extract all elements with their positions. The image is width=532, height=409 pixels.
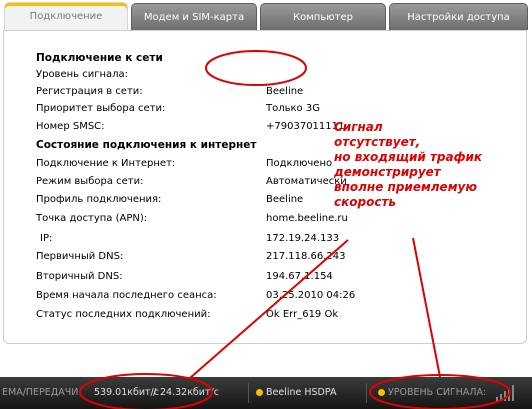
transfer-label: ЕМА/ПЕРЕДАЧИ: — [2, 387, 82, 398]
smsc-label: Номер SMSC: — [36, 121, 105, 132]
network-name: Beeline HSDPA — [266, 387, 337, 398]
apn-value: home.beeline.ru — [266, 213, 348, 224]
connection-status-label: Статус последних подключений: — [36, 309, 211, 320]
signal-status: УРОВЕНЬ СИГНАЛА: — [378, 387, 486, 398]
status-divider — [366, 383, 367, 403]
internet-section-title: Состояние подключения к интернет — [36, 139, 257, 151]
registration-value: Beeline — [266, 86, 304, 97]
internet-connection-label: Подключение к Интернет: — [36, 158, 176, 169]
ip-label: IP: — [40, 233, 53, 244]
tab-bar: Подключение Модем и SIM-карта Компьютер … — [0, 0, 532, 31]
signal-label: УРОВЕНЬ СИГНАЛА: — [388, 387, 487, 398]
rate-separator: / — [153, 387, 157, 398]
annotation-line: отсутствует, — [334, 135, 421, 149]
annotation-line: скорость — [334, 195, 396, 209]
network-priority-value: Только 3G — [266, 103, 320, 114]
annotation-line: демонстрирует — [334, 165, 441, 179]
annotation-line: вполне приемлемую — [334, 180, 477, 194]
session-start-label: Время начала последнего сеанса: — [36, 290, 217, 301]
connection-status-value: Ok Err_619 Ok — [266, 309, 339, 320]
internet-connection-value: Подключено — [266, 158, 333, 169]
ip-value: 172.19.24.133 — [266, 233, 340, 244]
tab-computer[interactable]: Компьютер — [260, 3, 386, 30]
secondary-dns-label: Вторичный DNS: — [36, 271, 123, 282]
signal-level-label: Уровень сигнала: — [36, 69, 129, 80]
send-rate: 24.32кбит/с — [160, 387, 219, 398]
status-divider — [248, 383, 249, 403]
annotation-line: но входящий трафик — [334, 150, 483, 164]
profile-label: Профиль подключения: — [36, 194, 162, 205]
tab-connection[interactable]: Подключение — [4, 2, 128, 31]
signal-bars-icon — [496, 385, 520, 401]
tab-modem-sim[interactable]: Модем и SIM-карта — [131, 3, 257, 30]
network-status: Beeline HSDPA — [256, 387, 336, 398]
registration-label: Регистрация в сети: — [36, 86, 143, 97]
smsc-value: +79037011111 — [266, 121, 345, 132]
session-start-value: 03.25.2010 04:26 — [266, 290, 356, 301]
apn-label: Точка доступа (APN): — [36, 213, 148, 224]
primary-dns-value: 217.118.66.243 — [266, 251, 346, 262]
secondary-dns-value: 194.67.1.154 — [266, 271, 333, 282]
primary-dns-label: Первичный DNS: — [36, 251, 124, 262]
tab-access-settings[interactable]: Настройки доступа — [389, 3, 528, 30]
signal-indicator-icon — [378, 389, 385, 396]
network-section-title: Подключение к сети — [36, 52, 163, 64]
network-mode-label: Режим выбора сети: — [36, 176, 144, 187]
network-indicator-icon — [256, 389, 263, 396]
annotation-note: Сигнал отсутствует, но входящий трафик д… — [334, 120, 504, 210]
status-bar: ЕМА/ПЕРЕДАЧИ: 539.01кбит/с / 24.32кбит/с… — [0, 377, 532, 409]
annotation-line: Сигнал — [334, 120, 383, 134]
receive-rate: 539.01кбит/с — [94, 387, 159, 398]
network-priority-label: Приоритет выбора сети: — [36, 103, 166, 114]
profile-value: Beeline — [266, 194, 304, 205]
